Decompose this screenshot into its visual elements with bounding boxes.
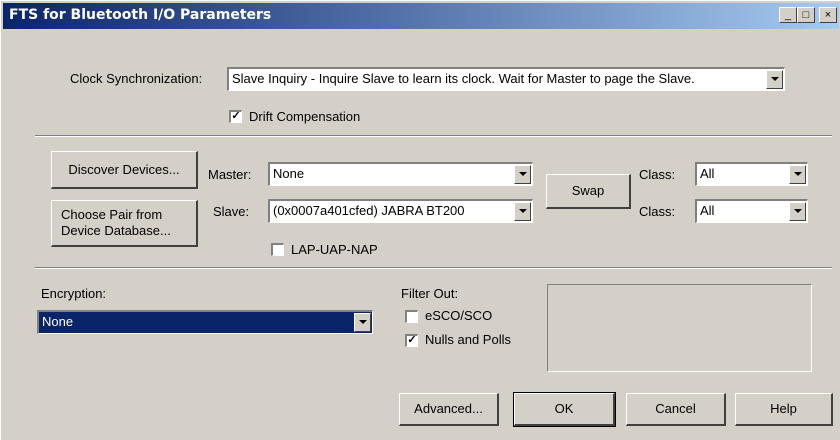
info-panel bbox=[547, 284, 812, 372]
master-value: None bbox=[273, 166, 305, 181]
choose-pair-button[interactable]: Choose Pair from Device Database... bbox=[51, 200, 198, 247]
discover-devices-label: Discover Devices... bbox=[68, 161, 180, 177]
slave-value: (0x0007a401cfed) JABRA BT200 bbox=[273, 203, 465, 218]
clock-sync-label: Clock Synchronization: bbox=[70, 71, 203, 86]
window-title: FTS for Bluetooth I/O Parameters bbox=[9, 7, 272, 23]
title-bar[interactable]: FTS for Bluetooth I/O Parameters _ □ × bbox=[3, 3, 839, 29]
cancel-button[interactable]: Cancel bbox=[626, 393, 726, 426]
encryption-label: Encryption: bbox=[41, 286, 107, 301]
help-button[interactable]: Help bbox=[735, 393, 833, 426]
close-icon: × bbox=[824, 9, 832, 21]
maximize-icon: □ bbox=[802, 9, 810, 21]
swap-label: Swap bbox=[571, 183, 605, 198]
separator bbox=[35, 267, 832, 269]
clock-sync-value: Slave Inquiry - Inquire Slave to learn i… bbox=[232, 71, 695, 86]
slave-class-label: Class: bbox=[639, 204, 676, 219]
close-button[interactable]: × bbox=[819, 7, 837, 23]
master-class-select[interactable]: All bbox=[695, 162, 808, 186]
drift-compensation-label: Drift Compensation bbox=[249, 109, 361, 124]
chevron-down-icon[interactable] bbox=[766, 70, 783, 89]
esco-sco-checkbox[interactable] bbox=[405, 310, 418, 323]
separator bbox=[35, 135, 832, 137]
minimize-button[interactable]: _ bbox=[779, 7, 797, 23]
lap-uap-nap-label: LAP-UAP-NAP bbox=[291, 242, 378, 257]
esco-sco-label: eSCO/SCO bbox=[425, 308, 493, 323]
encryption-select[interactable]: None bbox=[37, 310, 373, 334]
swap-button[interactable]: Swap bbox=[546, 174, 631, 209]
chevron-down-icon[interactable] bbox=[789, 165, 806, 184]
slave-select[interactable]: (0x0007a401cfed) JABRA BT200 bbox=[268, 199, 533, 223]
master-label: Master: bbox=[208, 167, 252, 182]
maximize-button[interactable]: □ bbox=[797, 7, 815, 23]
master-select[interactable]: None bbox=[268, 162, 533, 186]
chevron-down-icon[interactable] bbox=[514, 202, 531, 221]
dialog-window: FTS for Bluetooth I/O Parameters _ □ × C… bbox=[0, 0, 840, 440]
master-class-label: Class: bbox=[639, 167, 676, 182]
master-class-value: All bbox=[700, 166, 715, 181]
help-label: Help bbox=[770, 401, 797, 416]
drift-compensation-checkbox[interactable]: ✓ bbox=[229, 110, 242, 123]
choose-pair-label: Choose Pair from Device Database... bbox=[61, 207, 171, 238]
slave-class-value: All bbox=[700, 203, 715, 218]
minimize-icon: _ bbox=[784, 9, 792, 21]
lap-uap-nap-checkbox[interactable] bbox=[271, 243, 284, 256]
slave-label: Slave: bbox=[213, 204, 250, 219]
discover-devices-button[interactable]: Discover Devices... bbox=[51, 151, 198, 189]
clock-sync-select[interactable]: Slave Inquiry - Inquire Slave to learn i… bbox=[227, 67, 785, 91]
chevron-down-icon[interactable] bbox=[789, 202, 806, 221]
nulls-polls-label: Nulls and Polls bbox=[425, 332, 511, 347]
advanced-label: Advanced... bbox=[414, 401, 483, 416]
ok-button[interactable]: OK bbox=[513, 392, 616, 427]
chevron-down-icon[interactable] bbox=[354, 313, 371, 332]
filter-out-label: Filter Out: bbox=[401, 286, 459, 301]
slave-class-select[interactable]: All bbox=[695, 199, 808, 223]
cancel-label: Cancel bbox=[655, 401, 696, 416]
ok-label: OK bbox=[554, 401, 574, 416]
chevron-down-icon[interactable] bbox=[514, 165, 531, 184]
nulls-polls-checkbox[interactable]: ✓ bbox=[405, 334, 418, 347]
advanced-button[interactable]: Advanced... bbox=[399, 393, 499, 426]
encryption-value: None bbox=[42, 314, 74, 329]
